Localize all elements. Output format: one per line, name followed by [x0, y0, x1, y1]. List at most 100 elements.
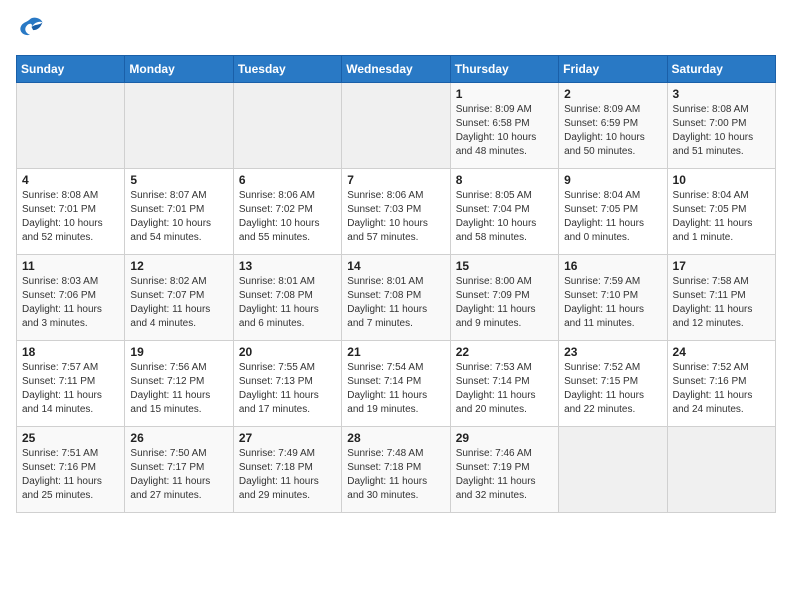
- calendar-cell: 5 Sunrise: 8:07 AM Sunset: 7:01 PM Daylig…: [125, 169, 233, 255]
- calendar-cell: 15Sunrise: 8:00 AM Sunset: 7:09 PM Dayli…: [450, 255, 558, 341]
- day-info: Sunrise: 8:01 AM Sunset: 7:08 PM Dayligh…: [347, 275, 444, 331]
- day-info: Sunrise: 8:09 AM Sunset: 6:59 PM Dayligh…: [564, 103, 661, 159]
- day-number: 23: [564, 345, 661, 359]
- day-of-week-friday: Friday: [559, 56, 667, 83]
- day-info: Sunrise: 8:02 AM Sunset: 7:07 PM Dayligh…: [130, 275, 227, 331]
- calendar-cell: 6 Sunrise: 8:06 AM Sunset: 7:02 PM Daylig…: [233, 169, 341, 255]
- page-header: [16, 16, 776, 43]
- calendar-cell: 10 Sunrise: 8:04 AM Sunset: 7:05 PM Dayli…: [667, 169, 775, 255]
- day-info: Sunrise: 7:52 AM Sunset: 7:15 PM Dayligh…: [564, 361, 661, 417]
- day-info: Sunrise: 8:06 AM Sunset: 7:03 PM Dayligh…: [347, 189, 444, 245]
- calendar-cell: 11 Sunrise: 8:03 AM Sunset: 7:06 PM Dayli…: [17, 255, 125, 341]
- day-info: Sunrise: 8:00 AM Sunset: 7:09 PM Dayligh…: [456, 275, 553, 331]
- day-info: Sunrise: 7:56 AM Sunset: 7:12 PM Dayligh…: [130, 361, 227, 417]
- day-number: 19: [130, 345, 227, 359]
- logo-icon: [16, 16, 44, 43]
- day-number: 14: [347, 259, 444, 273]
- calendar-cell: [17, 83, 125, 169]
- day-of-week-thursday: Thursday: [450, 56, 558, 83]
- day-info: Sunrise: 7:57 AM Sunset: 7:11 PM Dayligh…: [22, 361, 119, 417]
- calendar-cell: 13 Sunrise: 8:01 AM Sunset: 7:08 PM Dayli…: [233, 255, 341, 341]
- day-info: Sunrise: 8:08 AM Sunset: 7:01 PM Dayligh…: [22, 189, 119, 245]
- day-info: Sunrise: 7:48 AM Sunset: 7:18 PM Dayligh…: [347, 447, 444, 503]
- day-info: Sunrise: 8:08 AM Sunset: 7:00 PM Dayligh…: [673, 103, 770, 159]
- day-of-week-wednesday: Wednesday: [342, 56, 450, 83]
- day-number: 25: [22, 431, 119, 445]
- calendar-cell: [125, 83, 233, 169]
- day-number: 2: [564, 87, 661, 101]
- day-number: 10: [673, 173, 770, 187]
- calendar-header-row: SundayMondayTuesdayWednesdayThursdayFrid…: [17, 56, 776, 83]
- calendar-cell: 14 Sunrise: 8:01 AM Sunset: 7:08 PM Dayli…: [342, 255, 450, 341]
- calendar-cell: 12 Sunrise: 8:02 AM Sunset: 7:07 PM Dayli…: [125, 255, 233, 341]
- day-info: Sunrise: 8:04 AM Sunset: 7:05 PM Dayligh…: [564, 189, 661, 245]
- day-number: 7: [347, 173, 444, 187]
- day-number: 6: [239, 173, 336, 187]
- calendar-cell: 29 Sunrise: 7:46 AM Sunset: 7:19 PM Dayli…: [450, 427, 558, 513]
- calendar-week-row: 18Sunrise: 7:57 AM Sunset: 7:11 PM Dayli…: [17, 341, 776, 427]
- day-info: Sunrise: 8:09 AM Sunset: 6:58 PM Dayligh…: [456, 103, 553, 159]
- calendar-cell: 22 Sunrise: 7:53 AM Sunset: 7:14 PM Dayli…: [450, 341, 558, 427]
- day-info: Sunrise: 7:54 AM Sunset: 7:14 PM Dayligh…: [347, 361, 444, 417]
- calendar-cell: 17Sunrise: 7:58 AM Sunset: 7:11 PM Dayli…: [667, 255, 775, 341]
- day-of-week-sunday: Sunday: [17, 56, 125, 83]
- calendar-cell: 25 Sunrise: 7:51 AM Sunset: 7:16 PM Dayli…: [17, 427, 125, 513]
- day-info: Sunrise: 8:01 AM Sunset: 7:08 PM Dayligh…: [239, 275, 336, 331]
- day-info: Sunrise: 7:52 AM Sunset: 7:16 PM Dayligh…: [673, 361, 770, 417]
- calendar-cell: 4 Sunrise: 8:08 AM Sunset: 7:01 PM Daylig…: [17, 169, 125, 255]
- day-number: 3: [673, 87, 770, 101]
- day-number: 21: [347, 345, 444, 359]
- calendar-cell: 16 Sunrise: 7:59 AM Sunset: 7:10 PM Dayli…: [559, 255, 667, 341]
- day-number: 26: [130, 431, 227, 445]
- calendar-cell: 3 Sunrise: 8:08 AM Sunset: 7:00 PM Daylig…: [667, 83, 775, 169]
- calendar-cell: 18Sunrise: 7:57 AM Sunset: 7:11 PM Dayli…: [17, 341, 125, 427]
- calendar-cell: 2 Sunrise: 8:09 AM Sunset: 6:59 PM Daylig…: [559, 83, 667, 169]
- day-info: Sunrise: 8:05 AM Sunset: 7:04 PM Dayligh…: [456, 189, 553, 245]
- calendar-cell: 19 Sunrise: 7:56 AM Sunset: 7:12 PM Dayli…: [125, 341, 233, 427]
- day-info: Sunrise: 8:04 AM Sunset: 7:05 PM Dayligh…: [673, 189, 770, 245]
- day-info: Sunrise: 7:58 AM Sunset: 7:11 PM Dayligh…: [673, 275, 770, 331]
- day-number: 5: [130, 173, 227, 187]
- calendar-cell: 1 Sunrise: 8:09 AM Sunset: 6:58 PM Daylig…: [450, 83, 558, 169]
- day-info: Sunrise: 7:51 AM Sunset: 7:16 PM Dayligh…: [22, 447, 119, 503]
- day-number: 12: [130, 259, 227, 273]
- calendar-week-row: 11 Sunrise: 8:03 AM Sunset: 7:06 PM Dayli…: [17, 255, 776, 341]
- calendar-cell: 26Sunrise: 7:50 AM Sunset: 7:17 PM Dayli…: [125, 427, 233, 513]
- day-number: 22: [456, 345, 553, 359]
- day-number: 9: [564, 173, 661, 187]
- calendar-cell: 27 Sunrise: 7:49 AM Sunset: 7:18 PM Dayli…: [233, 427, 341, 513]
- logo: [16, 16, 48, 43]
- calendar-week-row: 1 Sunrise: 8:09 AM Sunset: 6:58 PM Daylig…: [17, 83, 776, 169]
- calendar-cell: 21 Sunrise: 7:54 AM Sunset: 7:14 PM Dayli…: [342, 341, 450, 427]
- calendar-table: SundayMondayTuesdayWednesdayThursdayFrid…: [16, 55, 776, 513]
- calendar-cell: 23 Sunrise: 7:52 AM Sunset: 7:15 PM Dayli…: [559, 341, 667, 427]
- day-info: Sunrise: 8:03 AM Sunset: 7:06 PM Dayligh…: [22, 275, 119, 331]
- day-of-week-monday: Monday: [125, 56, 233, 83]
- day-number: 4: [22, 173, 119, 187]
- day-info: Sunrise: 8:07 AM Sunset: 7:01 PM Dayligh…: [130, 189, 227, 245]
- day-info: Sunrise: 7:53 AM Sunset: 7:14 PM Dayligh…: [456, 361, 553, 417]
- calendar-cell: 8Sunrise: 8:05 AM Sunset: 7:04 PM Daylig…: [450, 169, 558, 255]
- calendar-cell: 9 Sunrise: 8:04 AM Sunset: 7:05 PM Daylig…: [559, 169, 667, 255]
- calendar-cell: [342, 83, 450, 169]
- calendar-cell: [667, 427, 775, 513]
- day-number: 13: [239, 259, 336, 273]
- day-of-week-saturday: Saturday: [667, 56, 775, 83]
- calendar-week-row: 4 Sunrise: 8:08 AM Sunset: 7:01 PM Daylig…: [17, 169, 776, 255]
- day-number: 11: [22, 259, 119, 273]
- day-info: Sunrise: 7:55 AM Sunset: 7:13 PM Dayligh…: [239, 361, 336, 417]
- day-number: 27: [239, 431, 336, 445]
- day-info: Sunrise: 7:46 AM Sunset: 7:19 PM Dayligh…: [456, 447, 553, 503]
- day-number: 16: [564, 259, 661, 273]
- day-number: 24: [673, 345, 770, 359]
- day-info: Sunrise: 7:59 AM Sunset: 7:10 PM Dayligh…: [564, 275, 661, 331]
- day-info: Sunrise: 7:49 AM Sunset: 7:18 PM Dayligh…: [239, 447, 336, 503]
- day-number: 28: [347, 431, 444, 445]
- calendar-cell: 24 Sunrise: 7:52 AM Sunset: 7:16 PM Dayli…: [667, 341, 775, 427]
- day-number: 20: [239, 345, 336, 359]
- day-number: 1: [456, 87, 553, 101]
- day-info: Sunrise: 8:06 AM Sunset: 7:02 PM Dayligh…: [239, 189, 336, 245]
- day-number: 29: [456, 431, 553, 445]
- calendar-cell: [559, 427, 667, 513]
- calendar-cell: 20 Sunrise: 7:55 AM Sunset: 7:13 PM Dayli…: [233, 341, 341, 427]
